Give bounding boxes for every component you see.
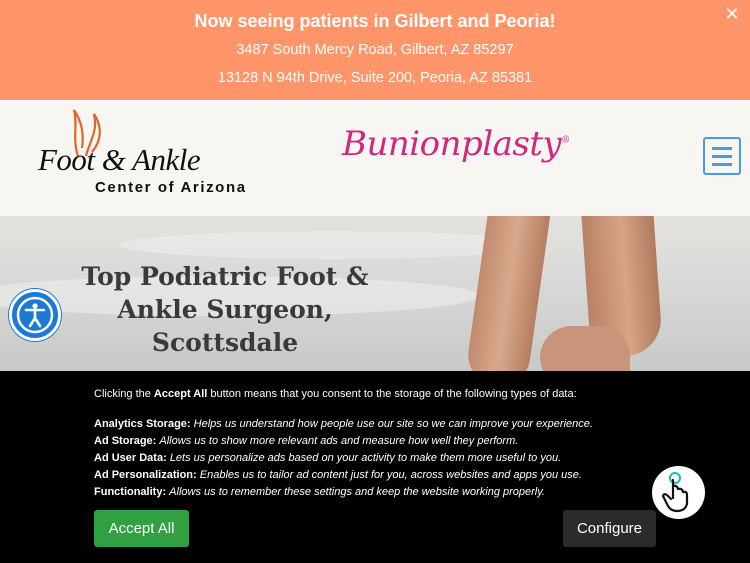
cookie-consent-panel: Clicking the Accept All button means tha… — [0, 371, 750, 563]
configure-button[interactable]: Configure — [563, 510, 656, 547]
accept-all-button[interactable]: Accept All — [94, 510, 189, 547]
close-icon[interactable]: ✕ — [722, 4, 742, 24]
accessibility-person-icon — [16, 296, 54, 334]
consent-list: Analytics Storage: Helps us understand h… — [94, 416, 593, 501]
gilbert-address: 3487 South Mercy Road, Gilbert, AZ 85297 — [236, 42, 514, 58]
list-item: Functionality: Allows us to remember the… — [94, 486, 545, 498]
list-item: Analytics Storage: Helps us understand h… — [94, 418, 593, 430]
logo-line2: Center of Arizona — [95, 179, 247, 196]
site-header: Foot & Ankle Center of Arizona Bunionpla… — [0, 100, 750, 216]
hand-pointer-icon[interactable] — [652, 466, 705, 519]
bunionplasty-logo[interactable]: Bunionplasty® — [342, 124, 570, 164]
hero-heading: Top Podiatric Foot & Ankle Surgeon, Scot… — [81, 262, 369, 357]
hamburger-menu-icon[interactable] — [703, 137, 741, 175]
consent-intro: Clicking the Accept All button means tha… — [94, 388, 577, 400]
peoria-address: 13128 N 94th Drive, Suite 200, Peoria, A… — [217, 70, 533, 86]
list-item: Ad Storage: Allows us to show more relev… — [94, 435, 519, 447]
hero-section: Top Podiatric Foot & Ankle Surgeon, Scot… — [0, 216, 750, 376]
list-item: Ad Personalization: Enables us to tailor… — [94, 469, 582, 481]
hero-foot-image — [540, 326, 630, 376]
logo-line1: Foot & Ankle — [38, 142, 201, 177]
banner-title: Now seeing patients in Gilbert and Peori… — [194, 11, 556, 31]
foot-ankle-logo[interactable]: Foot & Ankle Center of Arizona — [38, 108, 268, 204]
announcement-banner: Now seeing patients in Gilbert and Peori… — [0, 0, 750, 100]
bunionplasty-text: Bunionplasty — [342, 124, 562, 164]
accessibility-icon[interactable] — [9, 289, 61, 341]
registered-mark: ® — [561, 135, 570, 146]
list-item: Ad User Data: Lets us personalize ads ba… — [94, 452, 562, 464]
